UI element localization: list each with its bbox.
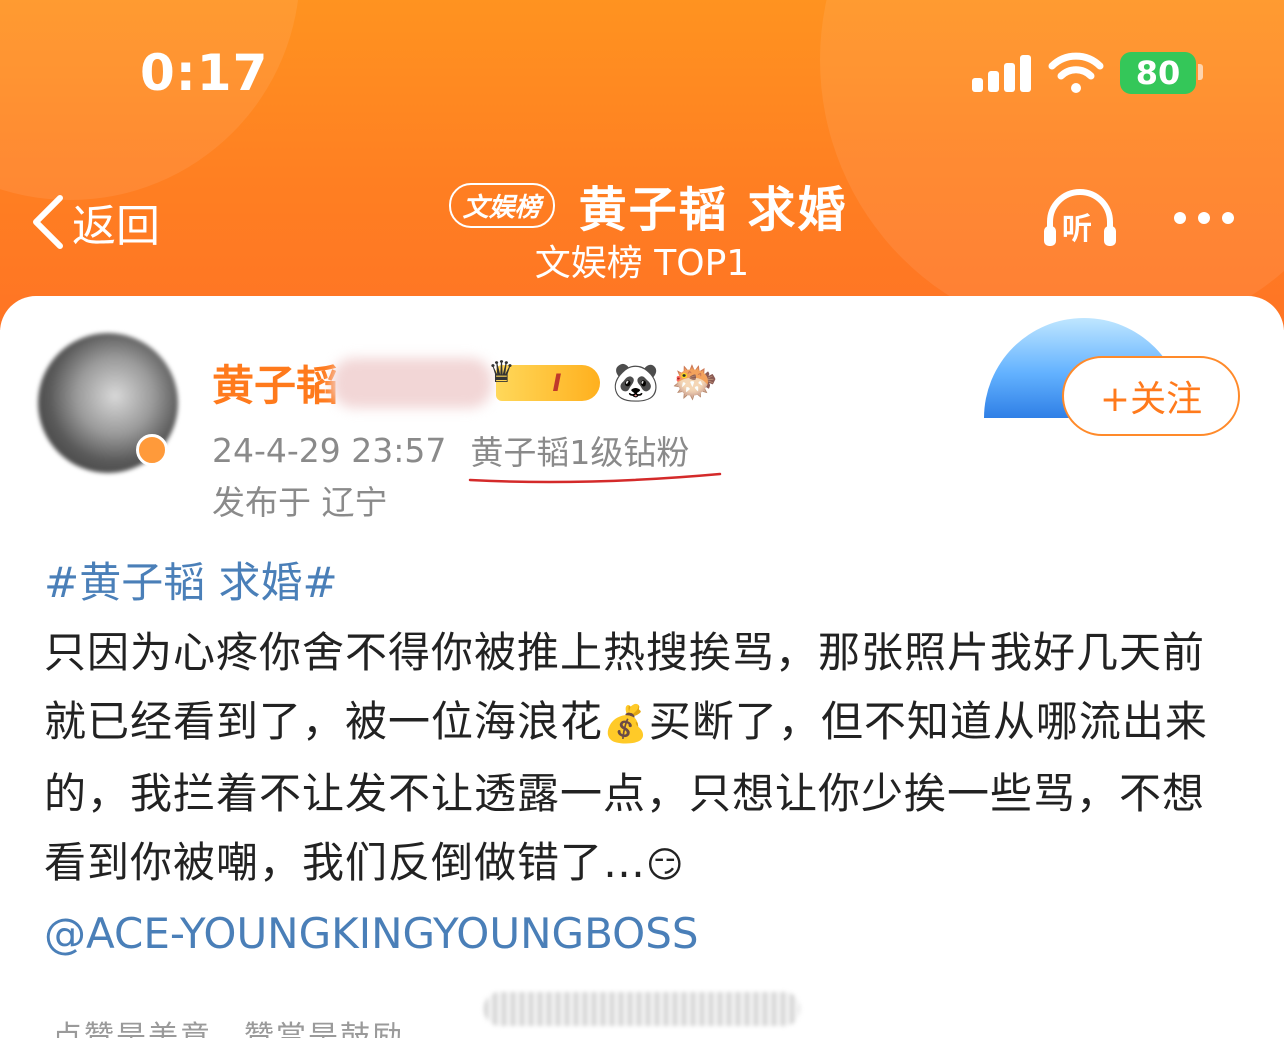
battery-indicator: 80 bbox=[1120, 52, 1196, 94]
red-underline-annotation bbox=[469, 472, 722, 484]
redacted-footer bbox=[484, 992, 800, 1026]
redacted-name bbox=[332, 357, 493, 408]
post-meta: 24-4-29 23:57 黄子韬1级钻粉 bbox=[212, 426, 722, 484]
username[interactable]: 黄子韬 bbox=[212, 352, 338, 413]
battery-level: 80 bbox=[1135, 54, 1181, 92]
crown-icon: ♛ bbox=[488, 354, 515, 390]
listen-button[interactable]: 听 bbox=[1042, 188, 1118, 248]
post-location: 发布于 辽宁 bbox=[212, 483, 388, 522]
dot-icon bbox=[1198, 212, 1210, 224]
fan-badge[interactable]: 黄子韬1级钻粉 bbox=[469, 426, 722, 484]
verified-badge-icon bbox=[136, 434, 168, 466]
money-bag-icon: 💰 bbox=[603, 704, 649, 745]
reward-hint: 点赞是美意，赞赏是鼓励 bbox=[52, 1020, 404, 1038]
vip-level: I bbox=[552, 368, 562, 397]
post-body: 只因为心疼你舍不得你被推上热搜挨骂，那张照片我好几天前就已经看到了，被一位海浪花… bbox=[44, 618, 1244, 900]
post-content: #黄子韬 求婚# 只因为心疼你舍不得你被推上热搜挨骂，那张照片我好几天前就已经看… bbox=[44, 548, 1244, 966]
page-title: 黄子韬 求婚 bbox=[578, 182, 848, 238]
vip-badge[interactable]: ♛ I bbox=[488, 355, 601, 401]
dot-icon bbox=[1174, 212, 1186, 224]
wifi-icon bbox=[1048, 52, 1104, 93]
panda-icon: 🐼 bbox=[612, 360, 660, 404]
fan-badge-label: 黄子韬1级钻粉 bbox=[470, 433, 690, 472]
status-time: 0:17 bbox=[140, 44, 269, 102]
user-mention[interactable]: @ACE-YOUNGKINGYOUNGBOSS bbox=[44, 902, 1244, 966]
listen-label: 听 bbox=[1062, 212, 1092, 247]
smirk-icon: 😏 bbox=[646, 845, 685, 886]
app-header: 0:17 80 返回 文娱榜 黄子韬 求婚 文娱榜 TOP1 听 bbox=[0, 0, 1284, 330]
battery-nub bbox=[1198, 64, 1203, 80]
cellular-signal-icon bbox=[972, 54, 1034, 92]
pufferfish-icon: 🐡 bbox=[671, 360, 719, 404]
post-timestamp: 24-4-29 23:57 bbox=[212, 430, 447, 470]
dot-icon bbox=[1222, 212, 1234, 224]
category-badge: 文娱榜 bbox=[448, 182, 555, 228]
follow-button[interactable]: +关注 bbox=[1062, 356, 1240, 436]
author-row: 黄子韬 ♛ I 🐼 🐡 bbox=[212, 352, 719, 413]
more-options-button[interactable] bbox=[1174, 212, 1234, 224]
topic-hashtag[interactable]: #黄子韬 求婚# bbox=[44, 548, 1244, 618]
